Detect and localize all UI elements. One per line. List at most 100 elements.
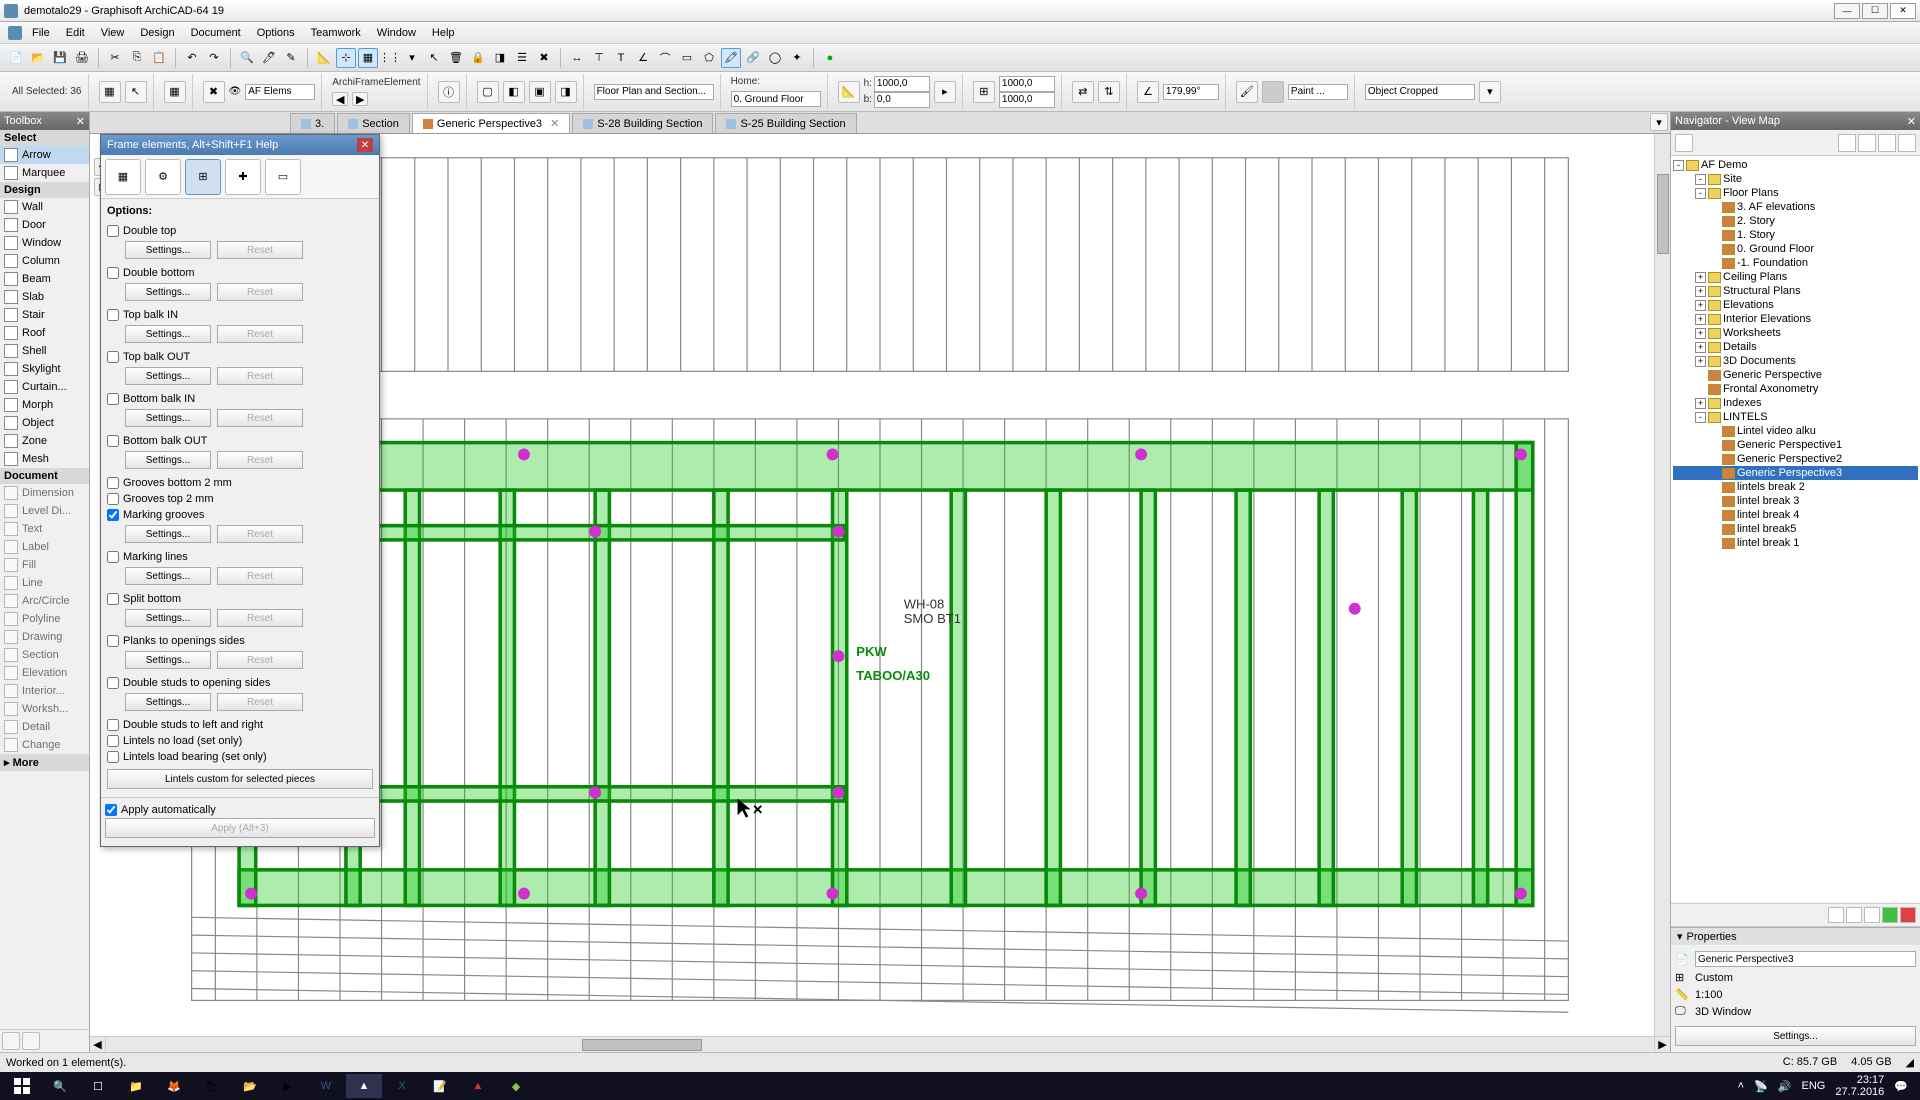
word-icon[interactable]: W xyxy=(308,1074,344,1098)
opt-check-0[interactable] xyxy=(107,225,119,237)
opt-check-4[interactable] xyxy=(107,393,119,405)
opt-reset-2[interactable]: Reset xyxy=(217,325,303,343)
tree-item[interactable]: -Floor Plans xyxy=(1673,186,1918,200)
tree-item[interactable]: -1. Foundation xyxy=(1673,256,1918,270)
level-icon[interactable]: ⊤ xyxy=(589,48,609,68)
crop-dropdown-icon[interactable]: ▾ xyxy=(1479,81,1501,103)
tool-roof[interactable]: Roof xyxy=(0,324,89,342)
opt-label-11[interactable]: Planks to openings sides xyxy=(123,635,245,647)
shape2-icon[interactable]: ◧ xyxy=(503,81,525,103)
tray-notifications-icon[interactable]: 💬 xyxy=(1894,1080,1908,1093)
opt-reset-5[interactable]: Reset xyxy=(217,451,303,469)
opt-label-10[interactable]: Split bottom xyxy=(123,593,181,605)
toolbox-close-icon[interactable]: ✕ xyxy=(76,115,85,128)
tool-detail[interactable]: Detail xyxy=(0,718,89,736)
mirror-h-icon[interactable]: ⇄ xyxy=(1072,81,1094,103)
tree-toggle-icon[interactable]: + xyxy=(1695,300,1706,311)
menu-view[interactable]: View xyxy=(93,25,133,41)
toolbox-footer-icon1[interactable] xyxy=(2,1032,20,1050)
menu-design[interactable]: Design xyxy=(132,25,182,41)
opt-label-9[interactable]: Marking lines xyxy=(123,551,188,563)
tree-item[interactable]: +Elevations xyxy=(1673,298,1918,312)
tool-section[interactable]: Section xyxy=(0,646,89,664)
tree-toggle-icon[interactable]: + xyxy=(1695,272,1706,283)
tab-generic-perspective3[interactable]: Generic Perspective3✕ xyxy=(412,113,570,133)
tray-volume-icon[interactable]: 🔊 xyxy=(1778,1080,1792,1093)
nav-layout-icon[interactable] xyxy=(1878,134,1896,152)
print-icon[interactable]: 🖨 xyxy=(72,48,92,68)
opt-reset-10[interactable]: Reset xyxy=(217,609,303,627)
tree-toggle-icon[interactable]: + xyxy=(1695,328,1706,339)
tree-item[interactable]: Generic Perspective xyxy=(1673,368,1918,382)
tool-window[interactable]: Window xyxy=(0,234,89,252)
paint-field[interactable] xyxy=(1288,84,1348,100)
dialog-tab-1[interactable]: ▦ xyxy=(105,159,141,195)
select-tool-icon[interactable]: ↖ xyxy=(125,81,147,103)
opt-settings-12[interactable]: Settings... xyxy=(125,693,211,711)
new-icon[interactable]: 📄 xyxy=(6,48,26,68)
nav-mode-icon[interactable] xyxy=(1675,134,1693,152)
minimize-button[interactable]: — xyxy=(1834,3,1860,19)
opt-label-14[interactable]: Lintels no load (set only) xyxy=(123,735,242,747)
tool-interior-[interactable]: Interior... xyxy=(0,682,89,700)
tool-polyline[interactable]: Polyline xyxy=(0,610,89,628)
measure-icon[interactable]: 📐 xyxy=(314,48,334,68)
highlight-icon[interactable]: 🖊 xyxy=(259,48,279,68)
props-save-icon[interactable] xyxy=(1882,907,1898,923)
nav-view-icon[interactable] xyxy=(1858,134,1876,152)
opt-check-9[interactable] xyxy=(107,551,119,563)
tool-object[interactable]: Object xyxy=(0,414,89,432)
menu-file[interactable]: File xyxy=(24,25,58,41)
link-dims-icon[interactable]: ▸ xyxy=(934,81,956,103)
tray-lang[interactable]: ENG xyxy=(1802,1080,1826,1092)
shape4-icon[interactable]: ◨ xyxy=(555,81,577,103)
apply-auto-label[interactable]: Apply automatically xyxy=(121,804,216,816)
lintels-custom-button[interactable]: Lintels custom for selected pieces xyxy=(107,769,373,789)
link-icon[interactable]: 🔗 xyxy=(743,48,763,68)
props-settings-button[interactable]: Settings... xyxy=(1675,1026,1916,1046)
opt-label-12[interactable]: Double studs to opening sides xyxy=(123,677,270,689)
props-icon1[interactable] xyxy=(1828,907,1844,923)
app-menu-icon[interactable] xyxy=(8,26,22,40)
tree-item[interactable]: lintel break 1 xyxy=(1673,536,1918,550)
opt-reset-11[interactable]: Reset xyxy=(217,651,303,669)
archicad-task-icon[interactable]: ▲ xyxy=(346,1074,382,1098)
tray-clock[interactable]: 23:17 27.7.2016 xyxy=(1835,1074,1884,1098)
tree-toggle-icon[interactable]: + xyxy=(1695,398,1706,409)
tree-item[interactable]: lintel break5 xyxy=(1673,522,1918,536)
selection-filter-icon[interactable]: ▦ xyxy=(99,81,121,103)
tree-item[interactable]: lintels break 2 xyxy=(1673,480,1918,494)
highlight2-icon[interactable]: 🖍 xyxy=(721,48,741,68)
tree-item[interactable]: 2. Story xyxy=(1673,214,1918,228)
tray-up-icon[interactable]: ˄ xyxy=(1738,1080,1744,1092)
apply-auto-checkbox[interactable] xyxy=(105,804,117,816)
tree-toggle-icon[interactable]: + xyxy=(1695,356,1706,367)
opt-settings-2[interactable]: Settings... xyxy=(125,325,211,343)
video-icon[interactable]: ▶ xyxy=(270,1074,306,1098)
tool-door[interactable]: Door xyxy=(0,216,89,234)
opt-check-10[interactable] xyxy=(107,593,119,605)
dropdown-icon[interactable]: ▾ xyxy=(402,48,422,68)
lock-icon[interactable]: 🔒 xyxy=(468,48,488,68)
tab-list-icon[interactable]: ▾ xyxy=(1650,113,1668,131)
opt-label-4[interactable]: Bottom balk IN xyxy=(123,393,195,405)
opt-label-15[interactable]: Lintels load bearing (set only) xyxy=(123,751,267,763)
delete-icon[interactable]: ✖ xyxy=(534,48,554,68)
opt-check-8[interactable] xyxy=(107,509,119,521)
opt-label-13[interactable]: Double studs to left and right xyxy=(123,719,263,731)
trash-icon[interactable]: 🗑 xyxy=(446,48,466,68)
dialog-close-icon[interactable]: ✕ xyxy=(357,138,373,152)
tree-item[interactable]: Frontal Axonometry xyxy=(1673,382,1918,396)
edit-icon[interactable]: ✎ xyxy=(281,48,301,68)
poly-icon[interactable]: ⬠ xyxy=(699,48,719,68)
tool-skylight[interactable]: Skylight xyxy=(0,360,89,378)
tree-item[interactable]: Lintel video alku xyxy=(1673,424,1918,438)
shape3-icon[interactable]: ▣ xyxy=(529,81,551,103)
tool-wall[interactable]: Wall xyxy=(0,198,89,216)
crop-field[interactable] xyxy=(1365,84,1475,100)
opt-label-2[interactable]: Top balk IN xyxy=(123,309,178,321)
dim2-field[interactable] xyxy=(999,92,1055,108)
dialog-tab-3[interactable]: ⊞ xyxy=(185,159,221,195)
horizontal-scrollbar[interactable]: ◀ ▶ xyxy=(90,1036,1670,1052)
tree-toggle-icon[interactable]: - xyxy=(1695,412,1706,423)
